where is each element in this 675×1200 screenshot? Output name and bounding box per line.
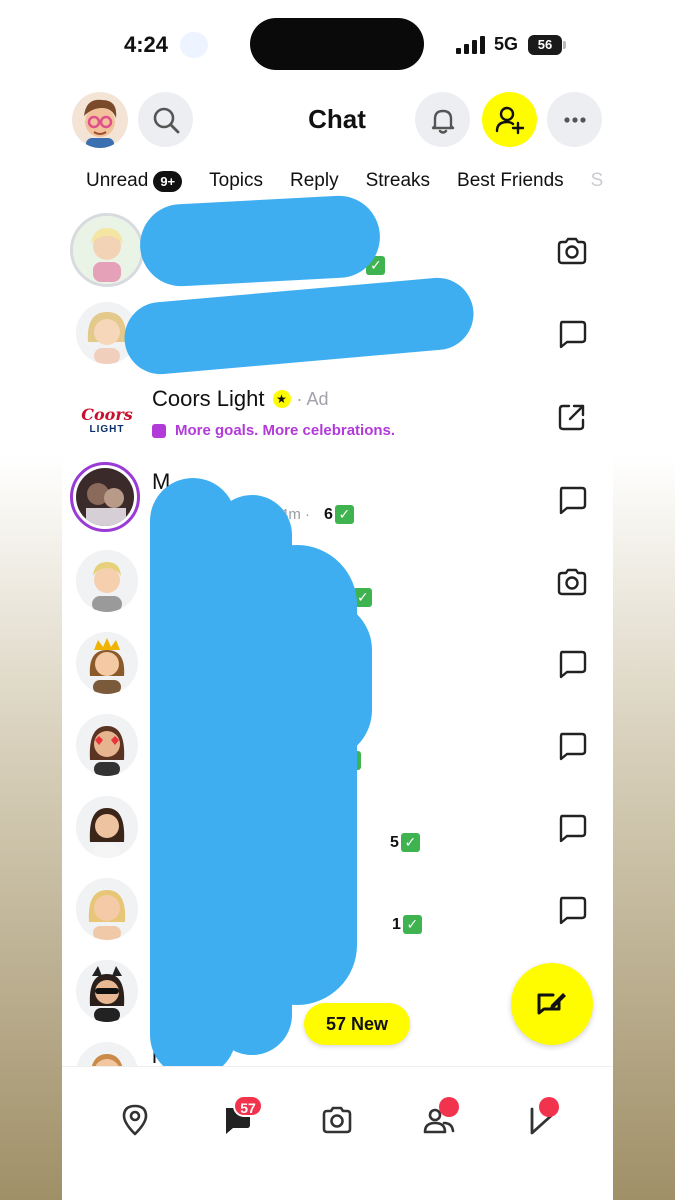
tab-label: Topics [209, 170, 264, 191]
check-emoji-icon: ✓ [402, 915, 422, 934]
bitmoji-avatar-icon [76, 878, 138, 940]
bitmoji-avatar-icon [76, 960, 138, 1022]
camera-nav-icon[interactable] [320, 1103, 354, 1137]
ad-message: More goals. More celebrations. [175, 422, 396, 439]
status-time: 4:24 [124, 32, 169, 57]
dynamic-island [250, 18, 424, 70]
bitmoji-avatar-icon [84, 99, 117, 148]
bitmoji-avatar-icon [76, 714, 138, 776]
streak-count: 6 [324, 505, 333, 523]
chat-bubble-icon[interactable] [555, 729, 589, 763]
friend-avatar [76, 550, 138, 612]
open-external-icon[interactable] [555, 400, 589, 434]
spotlight-notification-dot [539, 1097, 559, 1117]
logo-subtitle: LIGHT [89, 424, 125, 435]
bitmoji-avatar-icon [76, 632, 138, 694]
battery-level: 56 [528, 35, 562, 55]
chat-bubble-icon[interactable] [555, 893, 589, 927]
new-chat-button[interactable] [511, 963, 593, 1045]
chat-bubble-icon[interactable] [555, 483, 589, 517]
chat-unread-badge: 57 [233, 1095, 263, 1117]
tab-label: S [590, 170, 604, 191]
cellular-signal-icon [456, 36, 485, 54]
unread-count-badge: 9+ [153, 170, 183, 192]
search-icon [153, 107, 179, 133]
tab-best-friends[interactable]: Best Friends [457, 170, 564, 192]
tab-more[interactable]: S [591, 170, 604, 192]
add-friend-button[interactable] [482, 92, 537, 147]
friend-avatar [76, 632, 138, 694]
ad-tag: · Ad [296, 388, 329, 409]
friend-avatar [76, 960, 138, 1022]
tab-label: Unread [86, 170, 149, 191]
streak-count: 1 [392, 915, 401, 933]
tab-topics[interactable]: Topics [209, 170, 263, 192]
stories-notification-dot [439, 1097, 459, 1117]
verified-star-icon: ★ [272, 390, 291, 408]
tab-unread[interactable]: Unread 9+ [86, 170, 183, 192]
advertiser-name: Coors Light [152, 386, 265, 411]
story-avatar [70, 462, 140, 532]
bell-icon [431, 109, 454, 134]
friend-avatar [76, 714, 138, 776]
notifications-button[interactable] [415, 92, 470, 147]
more-dots-icon [563, 116, 586, 123]
camera-reply-icon[interactable] [555, 234, 589, 268]
check-emoji-icon: ✓ [334, 505, 354, 524]
coors-light-logo: Coors LIGHT [76, 385, 138, 447]
status-location-indicator [180, 32, 208, 58]
tab-label: Streaks [365, 170, 431, 191]
battery-tip [563, 41, 566, 49]
chat-name: Coors Light ★ · Ad [152, 386, 329, 412]
chat-bubble-icon[interactable] [555, 811, 589, 845]
search-button[interactable] [138, 92, 193, 147]
network-type: 5G [494, 34, 519, 54]
photo-avatar-icon [76, 468, 134, 526]
check-emoji-icon: ✓ [400, 833, 420, 852]
add-friend-icon [495, 106, 524, 134]
page-title: Chat [308, 104, 366, 134]
logo-wordmark: Coors [81, 405, 133, 424]
tab-label: Best Friends [457, 170, 564, 191]
new-messages-pill[interactable]: 57 New [304, 1003, 410, 1045]
bottom-navigation: 57 [62, 1066, 613, 1200]
more-options-button[interactable] [547, 92, 602, 147]
story-avatar [70, 213, 144, 287]
bitmoji-avatar-icon [73, 216, 141, 284]
tab-reply[interactable]: Reply [290, 170, 339, 192]
chat-bubble-icon[interactable] [555, 647, 589, 681]
chat-filter-tabs: Unread 9+ Topics Reply Streaks Best Frie… [86, 170, 613, 192]
camera-reply-icon[interactable] [555, 565, 589, 599]
compose-chat-icon [537, 993, 566, 1015]
streak-count: 5 [390, 833, 399, 851]
friend-avatar [76, 796, 138, 858]
chat-bubble-icon[interactable] [555, 317, 589, 351]
bitmoji-avatar-icon [76, 796, 138, 858]
redaction-overlay [272, 600, 372, 760]
redaction-overlay [138, 193, 382, 289]
tab-label: Reply [290, 170, 339, 191]
profile-avatar[interactable] [72, 92, 128, 148]
phone-screen: 4:24 5G 56 Chat Unread 9+ Topics Reply S… [62, 0, 613, 1200]
friend-avatar [76, 878, 138, 940]
tab-streaks[interactable]: Streaks [366, 170, 430, 192]
sponsored-chat-row[interactable]: Coors LIGHT Coors Light ★ · Ad More goal… [62, 376, 613, 458]
message-square-icon [152, 423, 166, 438]
chat-row[interactable]: M 4m · 6 ✓ [62, 459, 613, 541]
bitmoji-avatar-icon [76, 550, 138, 612]
ad-tagline: More goals. More celebrations. [152, 422, 395, 439]
map-pin-icon[interactable] [118, 1103, 152, 1137]
